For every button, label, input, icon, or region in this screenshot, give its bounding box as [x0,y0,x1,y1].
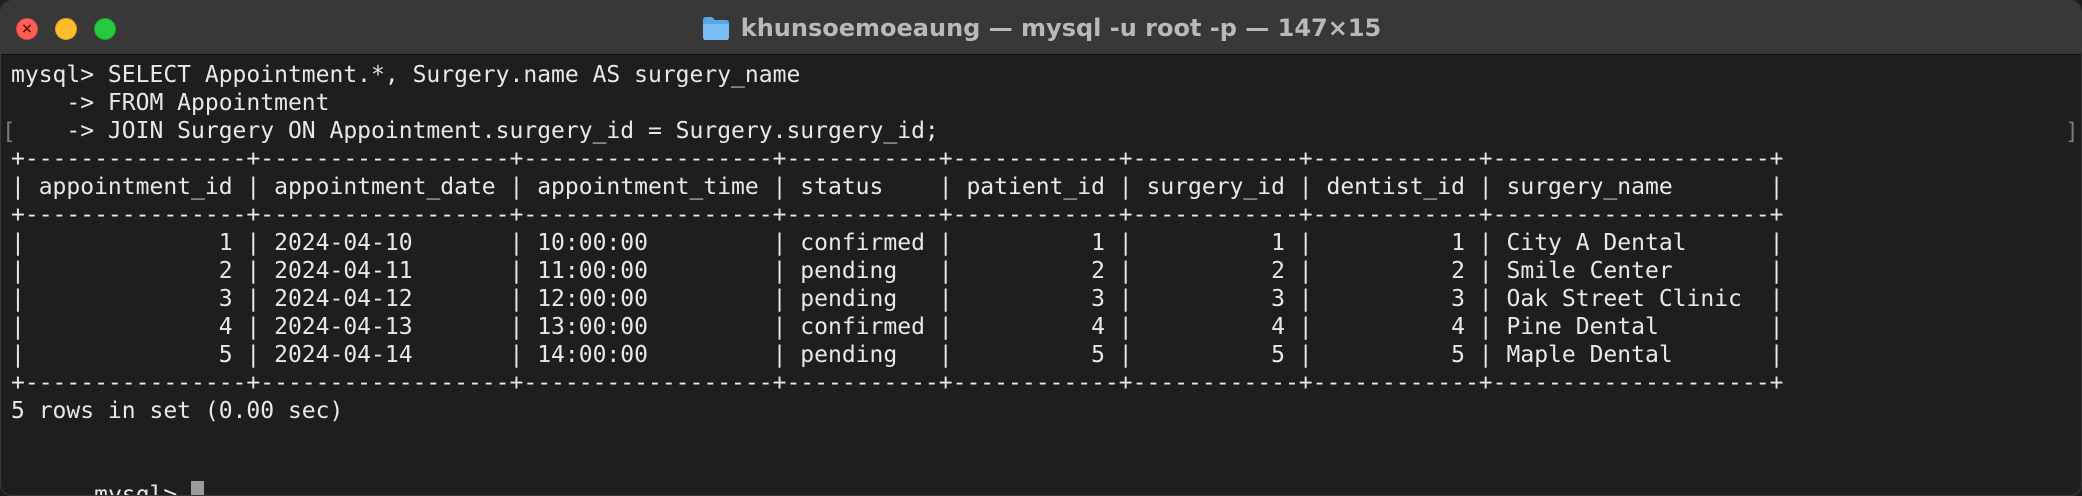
result-summary: 5 rows in set (0.00 sec) [11,398,344,424]
table-header-row: | appointment_id | appointment_date | ap… [11,174,1784,200]
folder-icon [701,15,731,41]
table-row: | 1 | 2024-04-10 | 10:00:00 | confirmed … [11,230,1784,256]
window-title: khunsoemoeaung — mysql -u root -p — 147×… [740,13,1382,42]
table-row: | 3 | 2024-04-12 | 12:00:00 | pending | … [11,286,1784,312]
mysql-prompt: mysql> [94,482,192,496]
table-border: +----------------+------------------+---… [11,202,1784,228]
text-cursor[interactable] [191,481,205,495]
terminal-line: -> FROM Appointment [11,90,330,116]
window-title-area: khunsoemoeaung — mysql -u root -p — 147×… [1,1,2081,54]
table-row: | 2 | 2024-04-11 | 11:00:00 | pending | … [11,258,1784,284]
title-bar[interactable]: × khunsoemoeaung — mysql -u root -p — 14… [1,1,2081,55]
terminal-line: mysql> SELECT Appointment.*, Surgery.nam… [11,62,801,88]
terminal-line: -> JOIN Surgery ON Appointment.surgery_i… [11,118,939,144]
prompt-line[interactable]: mysql> [11,453,2081,495]
table-row: | 4 | 2024-04-13 | 13:00:00 | confirmed … [11,314,1784,340]
table-row: | 5 | 2024-04-14 | 14:00:00 | pending | … [11,342,1784,368]
terminal-output[interactable]: mysql> SELECT Appointment.*, Surgery.nam… [1,55,2081,495]
selection-bracket-right: ] [2065,119,2079,145]
selection-bracket-left: [ [2,119,16,145]
terminal-window: × khunsoemoeaung — mysql -u root -p — 14… [0,0,2082,496]
table-border: +----------------+------------------+---… [11,146,1784,172]
table-border: +----------------+------------------+---… [11,370,1784,396]
